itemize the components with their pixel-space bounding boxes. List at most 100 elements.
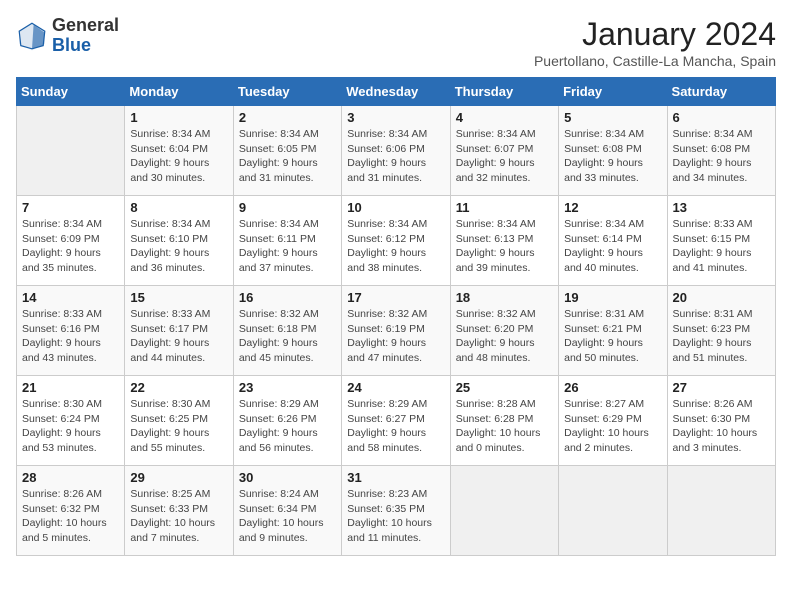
day-number: 30 — [239, 470, 336, 485]
day-number: 7 — [22, 200, 119, 215]
calendar-cell — [667, 466, 775, 556]
day-number: 5 — [564, 110, 661, 125]
day-number: 18 — [456, 290, 553, 305]
calendar-cell: 3Sunrise: 8:34 AMSunset: 6:06 PMDaylight… — [342, 106, 450, 196]
day-info: Sunrise: 8:34 AMSunset: 6:10 PMDaylight:… — [130, 217, 227, 276]
day-info: Sunrise: 8:29 AMSunset: 6:27 PMDaylight:… — [347, 397, 444, 456]
day-info: Sunrise: 8:34 AMSunset: 6:06 PMDaylight:… — [347, 127, 444, 186]
calendar-cell: 19 Sunrise: 8:31 AMSunset: 6:21 PMDayligh… — [559, 286, 667, 376]
calendar-cell: 18 Sunrise: 8:32 AMSunset: 6:20 PMDayligh… — [450, 286, 558, 376]
weekday-tuesday: Tuesday — [233, 78, 341, 106]
day-info: Sunrise: 8:27 AMSunset: 6:29 PMDaylight:… — [564, 397, 661, 456]
day-number: 19 — [564, 290, 661, 305]
calendar-cell — [17, 106, 125, 196]
calendar-week-3: 14 Sunrise: 8:33 AMSunset: 6:16 PMDayligh… — [17, 286, 776, 376]
day-number: 1 — [130, 110, 227, 125]
calendar-cell: 14 Sunrise: 8:33 AMSunset: 6:16 PMDayligh… — [17, 286, 125, 376]
logo-icon — [16, 20, 48, 52]
day-info: Sunrise: 8:34 AMSunset: 6:04 PMDaylight:… — [130, 127, 227, 186]
day-number: 2 — [239, 110, 336, 125]
calendar-table: SundayMondayTuesdayWednesdayThursdayFrid… — [16, 77, 776, 556]
calendar-week-5: 28 Sunrise: 8:26 AMSunset: 6:32 PMDayligh… — [17, 466, 776, 556]
day-number: 26 — [564, 380, 661, 395]
day-info: Sunrise: 8:33 AMSunset: 6:16 PMDaylight:… — [22, 307, 119, 366]
calendar-cell: 2 Sunrise: 8:34 AMSunset: 6:05 PMDaylight… — [233, 106, 341, 196]
calendar-week-4: 21Sunrise: 8:30 AMSunset: 6:24 PMDayligh… — [17, 376, 776, 466]
weekday-saturday: Saturday — [667, 78, 775, 106]
day-info: Sunrise: 8:34 AMSunset: 6:14 PMDaylight:… — [564, 217, 661, 276]
calendar-cell: 12 Sunrise: 8:34 AMSunset: 6:14 PMDayligh… — [559, 196, 667, 286]
calendar-body: 1 Sunrise: 8:34 AMSunset: 6:04 PMDaylight… — [17, 106, 776, 556]
calendar-cell: 11 Sunrise: 8:34 AMSunset: 6:13 PMDayligh… — [450, 196, 558, 286]
day-number: 24 — [347, 380, 444, 395]
day-number: 22 — [130, 380, 227, 395]
calendar-cell: 13 Sunrise: 8:33 AMSunset: 6:15 PMDayligh… — [667, 196, 775, 286]
day-info: Sunrise: 8:25 AMSunset: 6:33 PMDaylight:… — [130, 487, 227, 546]
day-number: 8 — [130, 200, 227, 215]
calendar-cell: 17 Sunrise: 8:32 AMSunset: 6:19 PMDayligh… — [342, 286, 450, 376]
day-number: 6 — [673, 110, 770, 125]
calendar-cell: 26 Sunrise: 8:27 AMSunset: 6:29 PMDayligh… — [559, 376, 667, 466]
day-number: 4 — [456, 110, 553, 125]
day-number: 11 — [456, 200, 553, 215]
day-info: Sunrise: 8:26 AMSunset: 6:32 PMDaylight:… — [22, 487, 119, 546]
day-info: Sunrise: 8:30 AMSunset: 6:25 PMDaylight:… — [130, 397, 227, 456]
day-number: 27 — [673, 380, 770, 395]
day-number: 25 — [456, 380, 553, 395]
month-year-title: January 2024 — [534, 16, 776, 53]
page-header: General Blue January 2024 Puertollano, C… — [16, 16, 776, 69]
day-number: 16 — [239, 290, 336, 305]
calendar-cell: 9 Sunrise: 8:34 AMSunset: 6:11 PMDaylight… — [233, 196, 341, 286]
calendar-cell — [450, 466, 558, 556]
day-info: Sunrise: 8:33 AMSunset: 6:15 PMDaylight:… — [673, 217, 770, 276]
day-number: 12 — [564, 200, 661, 215]
calendar-cell: 24 Sunrise: 8:29 AMSunset: 6:27 PMDayligh… — [342, 376, 450, 466]
logo-general-text: General — [52, 15, 119, 35]
day-info: Sunrise: 8:34 AMSunset: 6:09 PMDaylight:… — [22, 217, 119, 276]
calendar-cell: 25 Sunrise: 8:28 AMSunset: 6:28 PMDayligh… — [450, 376, 558, 466]
weekday-sunday: Sunday — [17, 78, 125, 106]
day-info: Sunrise: 8:32 AMSunset: 6:20 PMDaylight:… — [456, 307, 553, 366]
day-info: Sunrise: 8:33 AMSunset: 6:17 PMDaylight:… — [130, 307, 227, 366]
calendar-cell: 21Sunrise: 8:30 AMSunset: 6:24 PMDayligh… — [17, 376, 125, 466]
day-number: 14 — [22, 290, 119, 305]
weekday-wednesday: Wednesday — [342, 78, 450, 106]
calendar-cell: 30Sunrise: 8:24 AMSunset: 6:34 PMDayligh… — [233, 466, 341, 556]
calendar-cell: 27Sunrise: 8:26 AMSunset: 6:30 PMDayligh… — [667, 376, 775, 466]
day-number: 23 — [239, 380, 336, 395]
logo-blue-text: Blue — [52, 35, 91, 55]
calendar-cell: 4 Sunrise: 8:34 AMSunset: 6:07 PMDaylight… — [450, 106, 558, 196]
calendar-cell: 1 Sunrise: 8:34 AMSunset: 6:04 PMDaylight… — [125, 106, 233, 196]
calendar-cell: 20 Sunrise: 8:31 AMSunset: 6:23 PMDayligh… — [667, 286, 775, 376]
day-number: 28 — [22, 470, 119, 485]
day-info: Sunrise: 8:32 AMSunset: 6:19 PMDaylight:… — [347, 307, 444, 366]
calendar-cell: 5Sunrise: 8:34 AMSunset: 6:08 PMDaylight… — [559, 106, 667, 196]
calendar-cell: 23 Sunrise: 8:29 AMSunset: 6:26 PMDayligh… — [233, 376, 341, 466]
title-block: January 2024 Puertollano, Castille-La Ma… — [534, 16, 776, 69]
calendar-week-1: 1 Sunrise: 8:34 AMSunset: 6:04 PMDaylight… — [17, 106, 776, 196]
day-info: Sunrise: 8:29 AMSunset: 6:26 PMDaylight:… — [239, 397, 336, 456]
day-info: Sunrise: 8:34 AMSunset: 6:05 PMDaylight:… — [239, 127, 336, 186]
day-number: 20 — [673, 290, 770, 305]
day-info: Sunrise: 8:34 AMSunset: 6:11 PMDaylight:… — [239, 217, 336, 276]
day-info: Sunrise: 8:31 AMSunset: 6:23 PMDaylight:… — [673, 307, 770, 366]
day-info: Sunrise: 8:31 AMSunset: 6:21 PMDaylight:… — [564, 307, 661, 366]
day-number: 13 — [673, 200, 770, 215]
day-number: 9 — [239, 200, 336, 215]
day-info: Sunrise: 8:34 AMSunset: 6:13 PMDaylight:… — [456, 217, 553, 276]
calendar-cell: 10Sunrise: 8:34 AMSunset: 6:12 PMDayligh… — [342, 196, 450, 286]
day-number: 17 — [347, 290, 444, 305]
day-info: Sunrise: 8:28 AMSunset: 6:28 PMDaylight:… — [456, 397, 553, 456]
day-number: 21 — [22, 380, 119, 395]
calendar-cell: 15Sunrise: 8:33 AMSunset: 6:17 PMDayligh… — [125, 286, 233, 376]
day-info: Sunrise: 8:34 AMSunset: 6:08 PMDaylight:… — [673, 127, 770, 186]
calendar-cell: 28 Sunrise: 8:26 AMSunset: 6:32 PMDayligh… — [17, 466, 125, 556]
day-number: 31 — [347, 470, 444, 485]
day-number: 10 — [347, 200, 444, 215]
weekday-friday: Friday — [559, 78, 667, 106]
calendar-cell: 8 Sunrise: 8:34 AMSunset: 6:10 PMDaylight… — [125, 196, 233, 286]
location-subtitle: Puertollano, Castille-La Mancha, Spain — [534, 53, 776, 69]
day-info: Sunrise: 8:34 AMSunset: 6:07 PMDaylight:… — [456, 127, 553, 186]
calendar-cell: 7 Sunrise: 8:34 AMSunset: 6:09 PMDaylight… — [17, 196, 125, 286]
weekday-thursday: Thursday — [450, 78, 558, 106]
